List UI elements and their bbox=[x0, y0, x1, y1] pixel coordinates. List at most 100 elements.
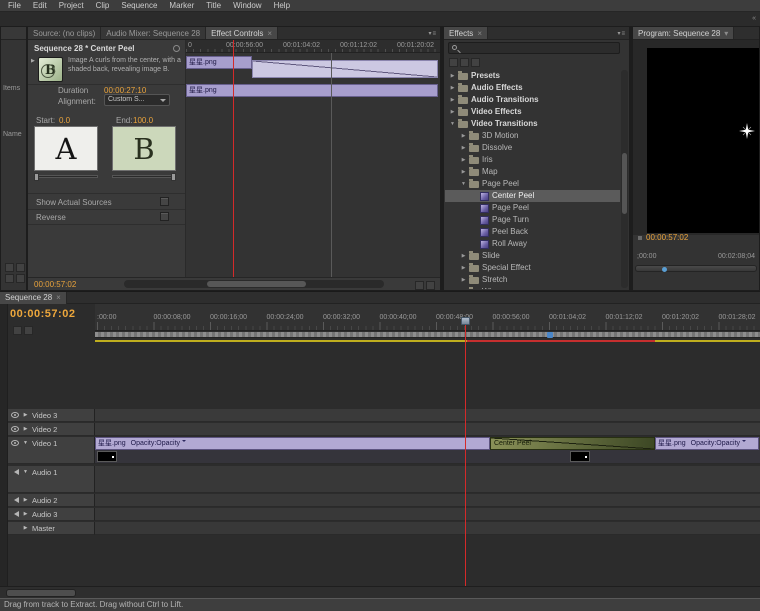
timeline-ruler[interactable]: :00:0000:00:08;0000:00:16;0000:00:24;000… bbox=[95, 304, 760, 331]
effect-peel-back[interactable]: Peel Back bbox=[445, 226, 620, 238]
toggle-track-output-eye-icon[interactable] bbox=[11, 426, 19, 432]
slider-handle[interactable] bbox=[171, 173, 176, 181]
tab-effects[interactable]: Effects× bbox=[444, 27, 488, 40]
workspace-collapse-icon[interactable]: « bbox=[752, 15, 757, 22]
bin-stretch[interactable]: ▶Stretch bbox=[445, 274, 620, 286]
track-content-master[interactable] bbox=[95, 522, 760, 535]
toggle-track-output-eye-icon[interactable] bbox=[11, 440, 19, 446]
program-playhead-marker[interactable] bbox=[662, 267, 667, 272]
twirl-closed-icon[interactable]: ▶ bbox=[459, 262, 468, 274]
menu-edit[interactable]: Edit bbox=[27, 0, 53, 12]
twirl-closed-icon[interactable]: ▶ bbox=[459, 166, 468, 178]
bin-3d-motion[interactable]: ▶3D Motion bbox=[445, 130, 620, 142]
clip-2[interactable]: 星星.pngOpacity:Opacity bbox=[655, 437, 759, 450]
twirl-closed-icon[interactable]: ▶ bbox=[448, 94, 457, 106]
toggle-track-output-speaker-icon[interactable] bbox=[11, 469, 19, 475]
reverse-checkbox[interactable] bbox=[160, 212, 169, 221]
scrollbar-thumb[interactable] bbox=[622, 153, 627, 214]
end-slider[interactable] bbox=[112, 175, 176, 178]
panel-menu-icon[interactable]: ▾ bbox=[724, 29, 728, 38]
clip-effect-label[interactable]: Opacity:Opacity bbox=[691, 440, 740, 447]
collapse-track-icon[interactable]: ▼ bbox=[22, 468, 29, 477]
expand-track-icon[interactable]: ▶ bbox=[22, 425, 29, 434]
toggle-track-output-speaker-icon[interactable] bbox=[11, 511, 19, 517]
bin-video-transitions[interactable]: ▼Video Transitions bbox=[445, 118, 620, 130]
clip-a-bar[interactable]: 星星.png bbox=[186, 56, 252, 69]
track-content-video-1[interactable]: 星星.pngOpacity:OpacityCenter Peel星星.pngOp… bbox=[95, 437, 760, 464]
tab-source-no-clips[interactable]: Source: (no clips) bbox=[28, 27, 101, 40]
project-tab-stub[interactable] bbox=[1, 27, 26, 40]
close-icon[interactable]: × bbox=[56, 293, 61, 302]
bin-audio-transitions[interactable]: ▶Audio Transitions bbox=[445, 94, 620, 106]
expand-track-icon[interactable]: ▶ bbox=[22, 510, 29, 519]
tab-effect-controls[interactable]: Effect Controls× bbox=[206, 27, 278, 40]
work-area-center-handle[interactable] bbox=[547, 332, 553, 338]
effect-controls-time-ruler[interactable]: 000:00:56:0000:01:04:0200:01:12:0200:01:… bbox=[186, 40, 440, 53]
track-header-video-1[interactable]: ▼Video 1 bbox=[8, 437, 95, 464]
toggle-track-output-eye-icon[interactable] bbox=[11, 412, 19, 418]
snap-icon[interactable] bbox=[13, 326, 22, 335]
playhead-handle[interactable] bbox=[461, 317, 470, 325]
menu-marker[interactable]: Marker bbox=[163, 0, 200, 12]
bin-slide[interactable]: ▶Slide bbox=[445, 250, 620, 262]
bin-video-effects[interactable]: ▶Video Effects bbox=[445, 106, 620, 118]
timeline-timecode[interactable]: 00:00:57:02 bbox=[10, 308, 75, 320]
horizontal-scrollbar[interactable] bbox=[124, 280, 384, 288]
transition-block[interactable] bbox=[252, 60, 438, 78]
effect-center-peel[interactable]: Center Peel bbox=[445, 190, 620, 202]
twirl-closed-icon[interactable]: ▶ bbox=[448, 106, 457, 118]
bin-audio-effects[interactable]: ▶Audio Effects bbox=[445, 82, 620, 94]
track-content-audio-3[interactable] bbox=[95, 508, 760, 521]
toggle-effect-icon[interactable] bbox=[173, 45, 180, 52]
bin-wipe[interactable]: ▶Wipe bbox=[445, 286, 620, 289]
expand-track-icon[interactable]: ▶ bbox=[22, 411, 29, 420]
icon-view-icon[interactable] bbox=[16, 263, 25, 272]
slider-handle[interactable] bbox=[34, 173, 39, 181]
scrollbar-thumb[interactable] bbox=[207, 281, 306, 287]
twirl-closed-icon[interactable]: ▶ bbox=[448, 82, 457, 94]
effect-page-turn[interactable]: Page Turn bbox=[445, 214, 620, 226]
twirl-closed-icon[interactable]: ▶ bbox=[459, 250, 468, 262]
menu-file[interactable]: File bbox=[2, 0, 27, 12]
vertical-scrollbar[interactable] bbox=[621, 70, 628, 288]
expand-track-icon[interactable]: ▶ bbox=[22, 524, 29, 533]
effect-roll-away[interactable]: Roll Away bbox=[445, 238, 620, 250]
program-scrubber[interactable] bbox=[635, 265, 757, 272]
start-slider[interactable] bbox=[34, 175, 98, 178]
bin-map[interactable]: ▶Map bbox=[445, 166, 620, 178]
close-icon[interactable]: × bbox=[267, 29, 272, 38]
clip-1[interactable]: 星星.pngOpacity:Opacity bbox=[95, 437, 490, 450]
track-header-video-2[interactable]: ▶Video 2 bbox=[8, 423, 95, 436]
keyframe-lane[interactable] bbox=[95, 450, 760, 463]
twirl-open-icon[interactable]: ▼ bbox=[448, 118, 457, 130]
track-header-video-3[interactable]: ▶Video 3 bbox=[8, 409, 95, 422]
toggle-track-output-speaker-icon[interactable] bbox=[11, 497, 19, 503]
expand-track-icon[interactable]: ▶ bbox=[22, 496, 29, 505]
end-value[interactable]: 100.0 bbox=[133, 116, 153, 125]
twirl-closed-icon[interactable]: ▶ bbox=[459, 154, 468, 166]
effect-controls-timeline[interactable]: 000:00:56:0000:01:04:0200:01:12:0200:01:… bbox=[186, 40, 440, 277]
playhead-line[interactable] bbox=[233, 40, 234, 277]
effect-page-peel[interactable]: Page Peel bbox=[445, 202, 620, 214]
bin-special-effect[interactable]: ▶Special Effect bbox=[445, 262, 620, 274]
alignment-dropdown[interactable]: Custom S... bbox=[104, 94, 170, 106]
search-input[interactable] bbox=[463, 43, 617, 53]
effect-controls-timecode[interactable]: 00:00:57:02 bbox=[34, 280, 76, 289]
tab-program-sequence-28[interactable]: Program: Sequence 28▾ bbox=[633, 27, 734, 40]
menu-project[interactable]: Project bbox=[53, 0, 90, 12]
close-icon[interactable]: × bbox=[477, 29, 482, 38]
start-value[interactable]: 0.0 bbox=[59, 116, 70, 125]
track-header-audio-1[interactable]: ▼Audio 1 bbox=[8, 466, 95, 493]
yuv-effects-icon[interactable] bbox=[471, 58, 480, 67]
twirl-closed-icon[interactable]: ▶ bbox=[459, 130, 468, 142]
bin-presets[interactable]: ▶Presets bbox=[445, 70, 620, 82]
bin-iris[interactable]: ▶Iris bbox=[445, 154, 620, 166]
timeline-horizontal-scrollbar[interactable] bbox=[0, 586, 760, 598]
set-marker-icon[interactable] bbox=[24, 326, 33, 335]
work-area-bar[interactable] bbox=[95, 332, 760, 338]
twirl-closed-icon[interactable]: ▶ bbox=[459, 274, 468, 286]
panel-menu-icon[interactable]: ▾≡ bbox=[617, 30, 626, 37]
scrollbar-thumb[interactable] bbox=[6, 589, 76, 597]
twirl-closed-icon[interactable]: ▶ bbox=[459, 142, 468, 154]
effects-search-box[interactable] bbox=[448, 42, 620, 54]
